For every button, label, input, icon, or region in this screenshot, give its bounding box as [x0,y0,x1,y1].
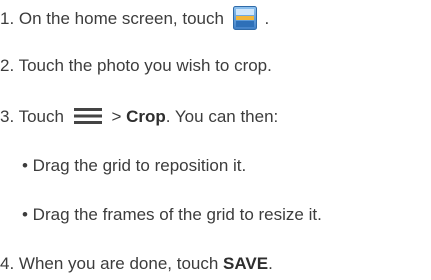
step-4-save: SAVE [223,254,269,273]
step-3: 3. Touch > Crop. You can then: [0,106,278,127]
step-3-text: 3. Touch [0,107,64,126]
bullet-2-text: • Drag the frames of the grid to resize … [22,205,322,224]
bullet-1: • Drag the grid to reposition it. [22,156,246,176]
gallery-app-icon [232,6,257,30]
step-2: 2. Touch the photo you wish to crop. [0,56,272,76]
step-3-gt: > [111,107,127,126]
step-1-text: 1. On the home screen, touch [0,9,224,28]
step-1-period: . [264,9,270,28]
step-2-text: 2. Touch the photo you wish to crop. [0,56,272,75]
bullet-2: • Drag the frames of the grid to resize … [22,205,322,225]
step-4: 4. When you are done, touch SAVE. [0,254,273,274]
step-1: 1. On the home screen, touch . [0,6,269,30]
step-4-text: 4. When you are done, touch [0,254,224,273]
step-3-crop: Crop [126,107,166,126]
menu-icon [73,106,103,126]
step-3-suffix: . You can then: [165,107,279,126]
bullet-1-text: • Drag the grid to reposition it. [22,156,247,175]
step-4-period: . [268,254,273,273]
